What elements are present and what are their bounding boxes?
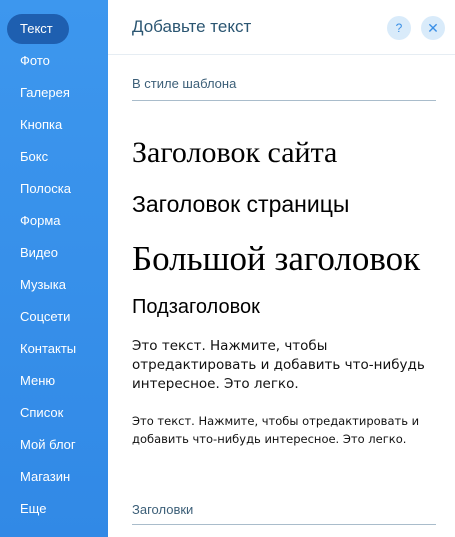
text-preset-large-heading[interactable]: Большой заголовок [132, 239, 420, 279]
question-mark-icon: ? [395, 21, 403, 35]
text-preset-page-title[interactable]: Заголовок страницы [132, 191, 349, 218]
sidebar-item-store[interactable]: Магазин [7, 462, 70, 492]
sidebar-item-blog[interactable]: Мой блог [7, 430, 76, 460]
sidebar-item-music[interactable]: Музыка [7, 270, 69, 300]
sidebar-item-contacts[interactable]: Контакты [7, 334, 76, 364]
add-panel-sidebar: Текст Фото Галерея Кнопка Бокс Полоска Ф… [0, 0, 108, 537]
sidebar-item-social[interactable]: Соцсети [7, 302, 70, 332]
sidebar-item-more[interactable]: Еще [7, 494, 69, 524]
section-divider [132, 524, 436, 525]
panel-title: Добавьте текст [132, 17, 252, 36]
help-button[interactable]: ? [387, 16, 411, 40]
section-label-headings: Заголовки [132, 502, 194, 517]
sidebar-item-text[interactable]: Текст [7, 14, 69, 44]
sidebar-item-button[interactable]: Кнопка [7, 110, 69, 140]
close-button[interactable]: ✕ [421, 16, 445, 40]
section-label-template-style: В стиле шаблона [132, 76, 237, 91]
section-divider [132, 100, 436, 101]
header-divider [108, 54, 455, 55]
add-text-panel: Добавьте текст ? ✕ В стиле шаблона Загол… [108, 0, 455, 537]
text-preset-subheading[interactable]: Подзаголовок [132, 296, 260, 319]
close-icon: ✕ [427, 20, 439, 36]
sidebar-item-strip[interactable]: Полоска [7, 174, 71, 204]
sidebar-item-menu[interactable]: Меню [7, 366, 69, 396]
sidebar-item-list[interactable]: Список [7, 398, 69, 428]
text-preset-paragraph-small[interactable]: Это текст. Нажмите, чтобы отредактироват… [132, 412, 438, 448]
sidebar-item-box[interactable]: Бокс [7, 142, 69, 172]
text-preset-site-title[interactable]: Заголовок сайта [132, 136, 337, 170]
sidebar-item-photo[interactable]: Фото [7, 46, 69, 76]
text-preset-paragraph-large[interactable]: Это текст. Нажмите, чтобы отредактироват… [132, 337, 432, 394]
sidebar-item-gallery[interactable]: Галерея [7, 78, 70, 108]
sidebar-item-form[interactable]: Форма [7, 206, 69, 236]
sidebar-item-video[interactable]: Видео [7, 238, 69, 268]
